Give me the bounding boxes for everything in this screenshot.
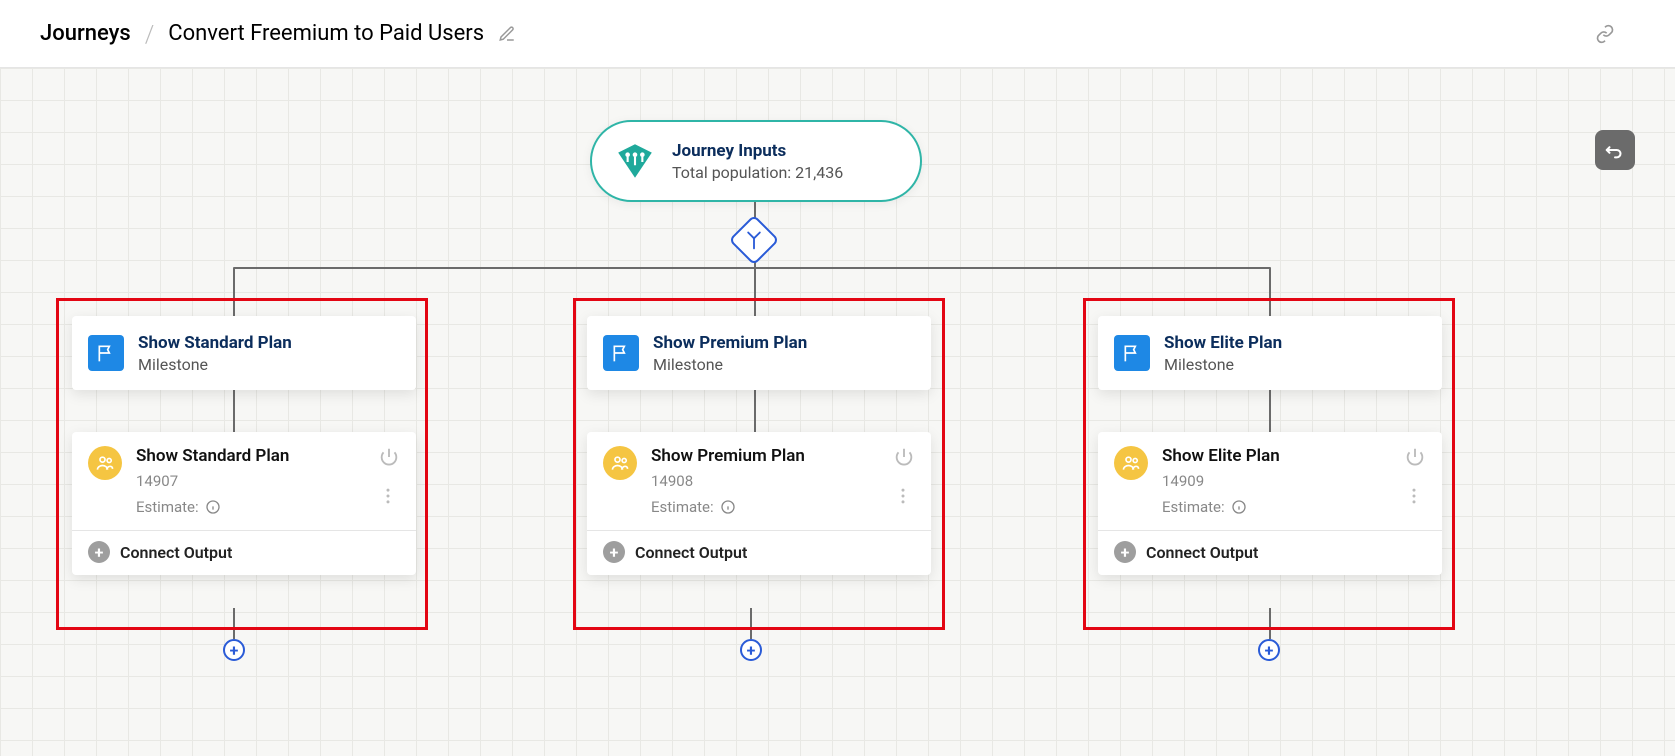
more-icon[interactable]: [1404, 486, 1424, 510]
layout-tool-button[interactable]: [1595, 130, 1635, 170]
connect-output-label: Connect Output: [1146, 543, 1258, 562]
flag-icon: [88, 335, 124, 371]
power-icon[interactable]: [1404, 446, 1426, 472]
milestone-title: Show Standard Plan: [138, 333, 292, 353]
action-id: 14909: [1162, 472, 1426, 490]
breadcrumb: Journeys / Convert Freemium to Paid User…: [40, 20, 516, 48]
milestone-type-label: Milestone: [138, 355, 292, 374]
plus-icon: +: [1114, 541, 1136, 563]
milestone-title: Show Elite Plan: [1164, 333, 1282, 353]
action-title: Show Premium Plan: [651, 446, 915, 466]
action-node-elite[interactable]: Show Elite Plan 14909 Estimate: + Connec…: [1098, 432, 1442, 575]
audience-icon: [603, 446, 637, 480]
card-divider: [587, 530, 931, 531]
connect-output-button[interactable]: + Connect Output: [603, 541, 915, 563]
milestone-title: Show Premium Plan: [653, 333, 807, 353]
info-icon[interactable]: [205, 499, 221, 515]
milestone-type-label: Milestone: [1164, 355, 1282, 374]
journey-inputs-text: Journey Inputs Total population: 21,436: [672, 141, 843, 182]
link-icon[interactable]: [1595, 24, 1635, 44]
milestone-node-elite[interactable]: Show Elite Plan Milestone: [1098, 316, 1442, 390]
connect-output-label: Connect Output: [120, 543, 232, 562]
journey-inputs-icon: [614, 140, 656, 182]
power-icon[interactable]: [378, 446, 400, 472]
action-id: 14907: [136, 472, 400, 490]
split-node[interactable]: [729, 215, 780, 266]
connect-output-button[interactable]: + Connect Output: [1114, 541, 1426, 563]
flag-icon: [603, 335, 639, 371]
connect-output-button[interactable]: + Connect Output: [88, 541, 400, 563]
audience-icon: [1114, 446, 1148, 480]
connect-output-label: Connect Output: [635, 543, 747, 562]
milestone-node-premium[interactable]: Show Premium Plan Milestone: [587, 316, 931, 390]
info-icon[interactable]: [720, 499, 736, 515]
journey-canvas[interactable]: Journey Inputs Total population: 21,436 …: [0, 68, 1675, 756]
card-divider: [1098, 530, 1442, 531]
info-icon[interactable]: [1231, 499, 1247, 515]
add-node-button[interactable]: +: [740, 639, 762, 661]
action-node-premium[interactable]: Show Premium Plan 14908 Estimate: + Conn…: [587, 432, 931, 575]
plus-icon: +: [88, 541, 110, 563]
estimate-label: Estimate:: [1162, 498, 1225, 516]
breadcrumb-current: Convert Freemium to Paid Users: [168, 21, 484, 46]
flag-icon: [1114, 335, 1150, 371]
plus-icon: +: [603, 541, 625, 563]
action-id: 14908: [651, 472, 915, 490]
journey-inputs-node[interactable]: Journey Inputs Total population: 21,436: [590, 120, 922, 202]
journey-inputs-title: Journey Inputs: [672, 141, 843, 161]
action-title: Show Standard Plan: [136, 446, 400, 466]
breadcrumb-root[interactable]: Journeys: [40, 21, 131, 46]
power-icon[interactable]: [893, 446, 915, 472]
audience-icon: [88, 446, 122, 480]
milestone-type-label: Milestone: [653, 355, 807, 374]
edit-icon[interactable]: [498, 25, 516, 43]
more-icon[interactable]: [893, 486, 913, 510]
action-title: Show Elite Plan: [1162, 446, 1426, 466]
more-icon[interactable]: [378, 486, 398, 510]
add-node-button[interactable]: +: [223, 639, 245, 661]
breadcrumb-separator: /: [145, 20, 155, 48]
journey-inputs-subtitle: Total population: 21,436: [672, 163, 843, 182]
estimate-label: Estimate:: [651, 498, 714, 516]
add-node-button[interactable]: +: [1258, 639, 1280, 661]
estimate-label: Estimate:: [136, 498, 199, 516]
page-header: Journeys / Convert Freemium to Paid User…: [0, 0, 1675, 68]
card-divider: [72, 530, 416, 531]
action-node-standard[interactable]: Show Standard Plan 14907 Estimate: + Con…: [72, 432, 416, 575]
milestone-node-standard[interactable]: Show Standard Plan Milestone: [72, 316, 416, 390]
